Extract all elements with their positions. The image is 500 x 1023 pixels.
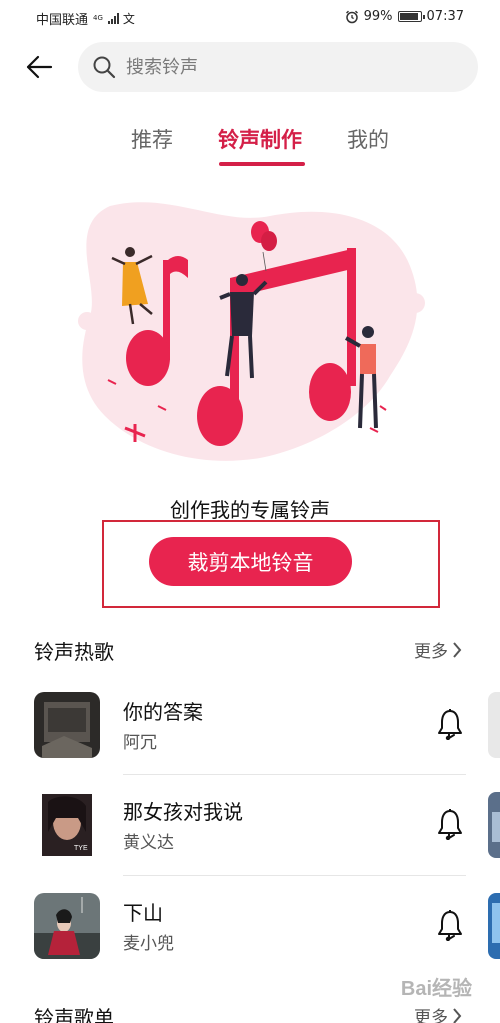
divider xyxy=(123,875,466,876)
status-bar: 中国联通 4G 文 99% 07:37 xyxy=(0,0,500,34)
playlists-header: 铃声歌单 更多 xyxy=(0,1002,500,1023)
chevron-right-icon xyxy=(453,641,462,658)
tab-ringtone-maker[interactable]: 铃声制作 xyxy=(218,124,302,154)
set-ringtone-bell-icon[interactable] xyxy=(436,708,464,740)
set-ringtone-bell-icon[interactable] xyxy=(436,808,464,840)
song-row[interactable]: TYE 那女孩对我说 黄义达 xyxy=(0,792,500,892)
more-label: 更多 xyxy=(414,1008,448,1023)
next-card-peek xyxy=(488,692,500,758)
watermark: Bai经验 xyxy=(400,978,472,1000)
battery-level xyxy=(399,13,419,20)
translate-icon: 文 xyxy=(122,12,135,26)
clip-local-ringtone-button[interactable]: 裁剪本地铃音 xyxy=(149,537,352,586)
set-ringtone-bell-icon[interactable] xyxy=(436,909,464,941)
music-notes-illustration xyxy=(78,202,425,461)
album-cover xyxy=(34,692,100,758)
playlists-more-link[interactable]: 更多 xyxy=(414,1003,462,1023)
back-arrow-icon xyxy=(26,55,53,79)
back-button[interactable] xyxy=(20,48,58,86)
search-input[interactable] xyxy=(126,56,426,78)
status-left: 中国联通 4G 文 xyxy=(36,9,135,28)
playlists-title: 铃声歌单 xyxy=(34,1006,114,1023)
next-card-peek xyxy=(488,792,500,858)
tab-mine[interactable]: 我的 xyxy=(347,124,389,154)
divider xyxy=(123,774,466,775)
hot-songs-more-link[interactable]: 更多 xyxy=(414,637,462,662)
song-artist: 麦小兜 xyxy=(123,934,174,954)
search-icon xyxy=(93,56,116,79)
tab-active-indicator xyxy=(219,162,305,166)
svg-text:TYE: TYE xyxy=(74,845,88,852)
song-row[interactable]: 你的答案 阿冗 xyxy=(0,692,500,792)
next-card-peek xyxy=(488,893,500,959)
hot-songs-header: 铃声热歌 更多 xyxy=(0,636,500,666)
song-title: 你的答案 xyxy=(123,700,203,724)
signal-icon xyxy=(107,13,119,24)
album-cover xyxy=(34,893,100,959)
alarm-icon xyxy=(345,10,358,23)
hot-songs-title: 铃声热歌 xyxy=(34,640,114,664)
song-artist: 黄义达 xyxy=(123,833,174,853)
tab-recommend[interactable]: 推荐 xyxy=(131,124,173,154)
network-badge: 4G xyxy=(93,14,103,22)
chevron-right-icon xyxy=(453,1007,462,1023)
battery-percent: 99% xyxy=(363,9,393,24)
clock: 07:37 xyxy=(426,9,464,24)
battery-icon xyxy=(397,11,425,22)
more-label: 更多 xyxy=(414,642,448,662)
album-cover: TYE xyxy=(34,792,100,858)
song-artist: 阿冗 xyxy=(123,733,157,753)
song-title: 下山 xyxy=(123,901,163,925)
song-title: 那女孩对我说 xyxy=(123,800,243,824)
carrier-label: 中国联通 xyxy=(36,13,89,28)
create-ringtone-title: 创作我的专属铃声 xyxy=(170,498,330,522)
status-right: 99% 07:37 xyxy=(345,9,464,24)
search-box[interactable] xyxy=(78,42,478,92)
